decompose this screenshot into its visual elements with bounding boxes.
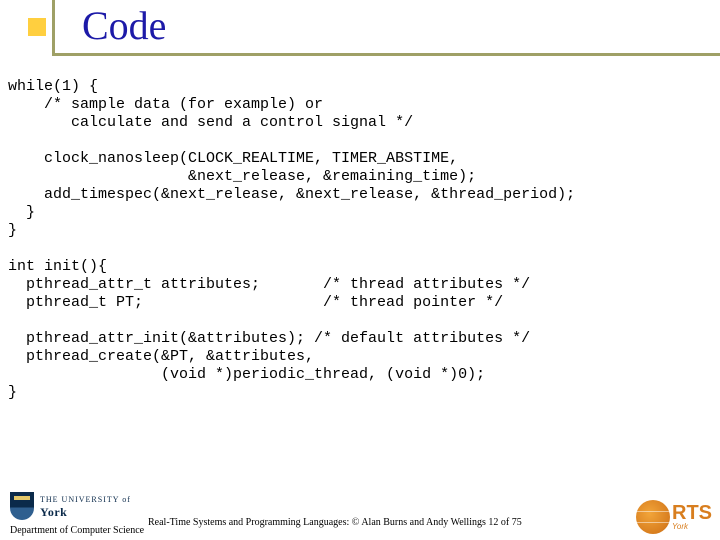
- slide-footnote: Real-Time Systems and Programming Langua…: [148, 517, 522, 528]
- rts-text-block: RTS York: [672, 504, 712, 531]
- title-underline: [52, 53, 720, 56]
- rts-label: RTS: [672, 504, 712, 522]
- university-name: York: [40, 506, 131, 518]
- globe-icon: [636, 500, 670, 534]
- slide-footer: THE UNIVERSITY of York Department of Com…: [0, 492, 720, 540]
- shield-icon: [10, 492, 34, 520]
- rts-logo: RTS York: [636, 500, 712, 534]
- university-logo: THE UNIVERSITY of York: [10, 492, 131, 520]
- department-label: Department of Computer Science: [10, 525, 144, 536]
- university-text: THE UNIVERSITY of York: [40, 494, 131, 518]
- title-bullet-square: [28, 18, 46, 36]
- code-listing: while(1) { /* sample data (for example) …: [8, 78, 712, 402]
- title-vertical-rule: [52, 0, 55, 53]
- slide-title: Code: [82, 2, 166, 49]
